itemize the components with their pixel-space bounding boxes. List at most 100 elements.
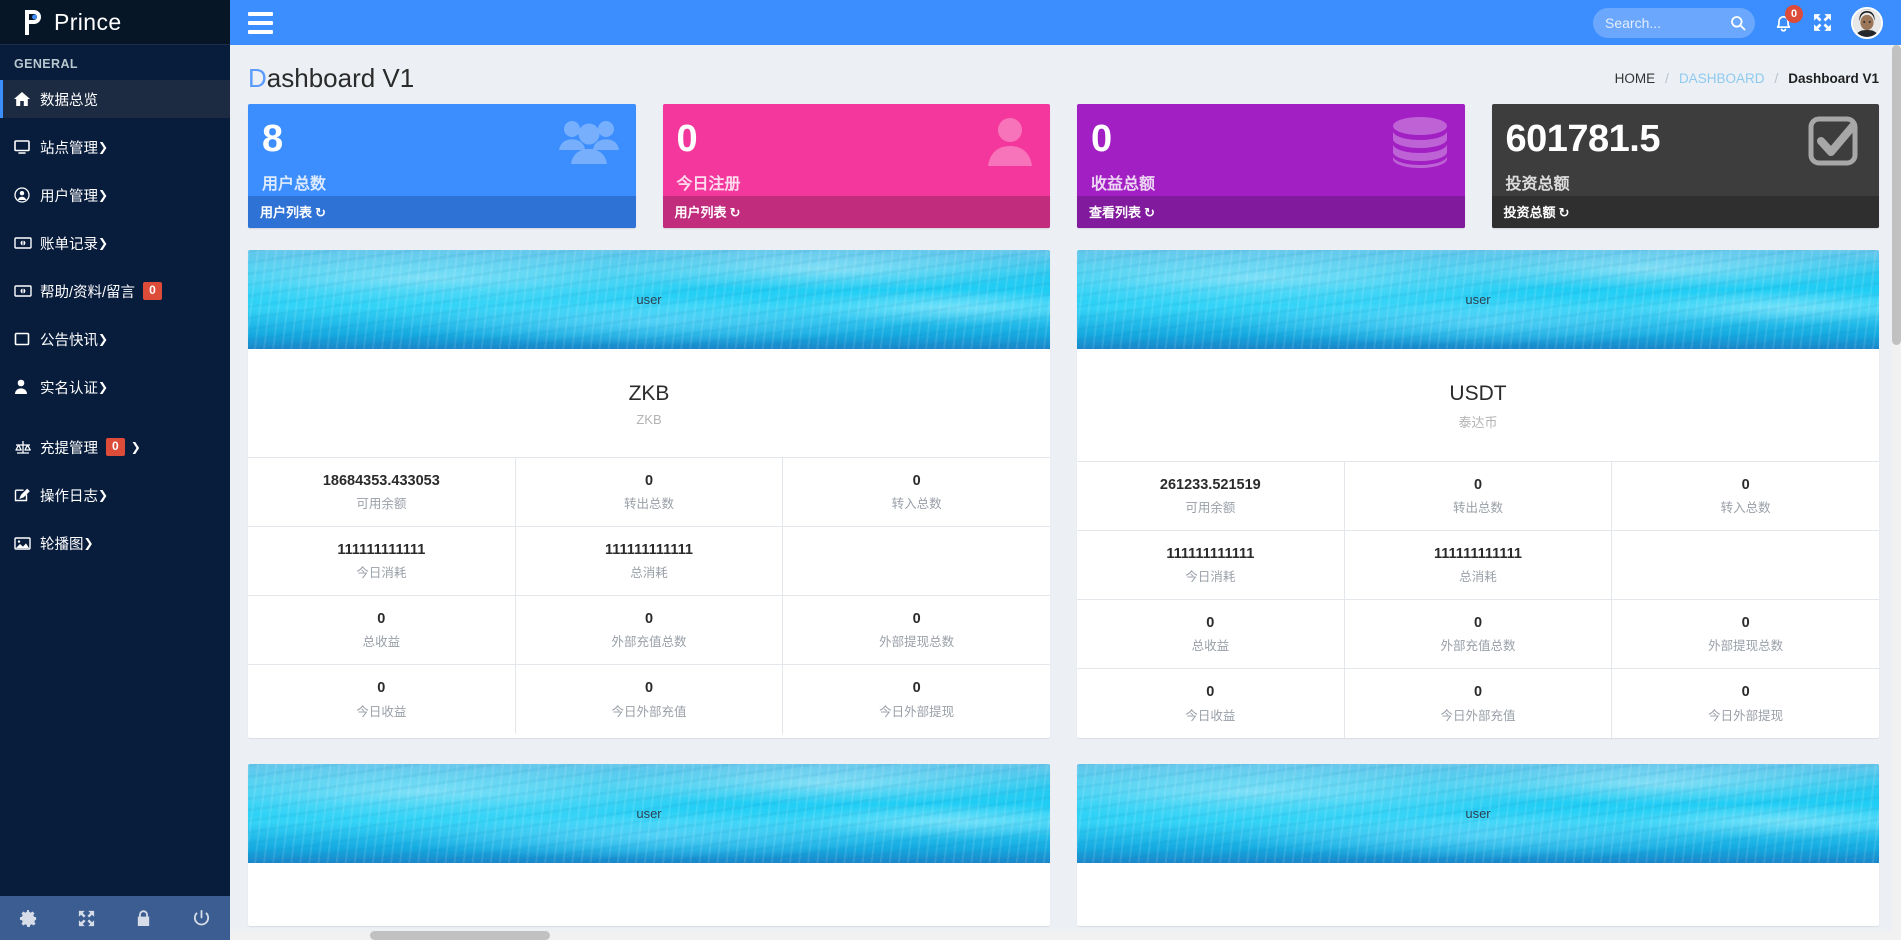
users-group-icon (558, 116, 620, 168)
sidebar-nav: 数据总览 站点管理 ❯ 用户管理 ❯ 账单记录 ❯ 帮助/资料/留言 0 公告快… (0, 80, 230, 572)
person-icon (14, 379, 40, 395)
coin-stat-cell: 0 总收益 (1077, 600, 1345, 669)
coin-stat-cell: 0 今日外部提现 (1612, 669, 1879, 737)
vertical-scrollbar[interactable] (1892, 45, 1901, 940)
sidebar-item-announcements[interactable]: 公告快讯 ❯ (0, 320, 230, 358)
prince-p-logo-icon (22, 7, 47, 37)
coin-stat-label: 今日消耗 (356, 566, 407, 581)
coin-stat-cell: 0 转入总数 (1612, 462, 1879, 530)
sidebar-item-carousel[interactable]: 轮播图 ❯ (0, 524, 230, 562)
stat-card-footer-link[interactable]: 用户列表 ↻ (248, 196, 636, 228)
coin-stat-cell: 111111111111 总消耗 (1345, 531, 1613, 600)
scrollbar-thumb[interactable] (370, 931, 550, 940)
coin-stat-label: 今日收益 (1185, 708, 1236, 723)
coin-stat-value: 0 (1206, 615, 1215, 632)
coin-banner-label: user (636, 292, 662, 307)
stat-card-today-registrations[interactable]: 0 今日注册 用户列表 ↻ (662, 104, 1050, 228)
sidebar-item-real-name-auth[interactable]: 实名认证 ❯ (0, 368, 230, 406)
chevron-right-icon: ❯ (98, 380, 109, 394)
hamburger-icon[interactable] (244, 7, 277, 39)
stat-footer-label: 用户列表 (260, 205, 313, 220)
coin-stat-cell: 0 今日外部充值 (516, 665, 784, 734)
coin-stat-cell: 0 外部充值总数 (1345, 600, 1613, 669)
coin-stat-label: 外部提现总数 (1708, 639, 1784, 654)
refresh-arrow-icon: ↻ (315, 205, 326, 220)
sidebar-item-user-management[interactable]: 用户管理 ❯ (0, 176, 230, 214)
coin-stat-cell: 0 转出总数 (516, 458, 784, 527)
stat-card-footer-link[interactable]: 用户列表 ↻ (662, 196, 1050, 228)
page-header: Dashboard V1 HOME / DASHBOARD / Dashboar… (230, 45, 1901, 104)
breadcrumb: HOME / DASHBOARD / Dashboard V1 (1615, 71, 1879, 86)
coin-stat-cell: 111111111111 今日消耗 (248, 527, 516, 596)
coin-card-next-right: user (1077, 763, 1879, 926)
sidebar-item-label: 数据总览 (40, 92, 98, 109)
notifications-button[interactable]: 0 (1773, 5, 1803, 33)
brand-header[interactable]: Prince (0, 0, 230, 45)
database-icon (1391, 116, 1449, 168)
page-title-capital: D (248, 63, 267, 93)
coin-cards-row: user ZKB ZKB 18684353.433053 可用余额 0 转出总数 0… (230, 228, 1901, 738)
chevron-right-icon: ❯ (98, 188, 109, 202)
sidebar-item-site-management[interactable]: 站点管理 ❯ (0, 128, 230, 166)
stat-card-footer-link[interactable]: 查看列表 ↻ (1077, 196, 1465, 228)
sidebar-item-dashboard[interactable]: 数据总览 (0, 80, 230, 118)
lock-icon[interactable] (115, 909, 173, 928)
sidebar-item-operation-log[interactable]: 操作日志 ❯ (0, 476, 230, 514)
search-box[interactable] (1593, 7, 1755, 38)
coin-stat-label: 今日外部充值 (611, 704, 687, 719)
breadcrumb-item-current: Dashboard V1 (1788, 71, 1879, 86)
coin-banner-label: user (1465, 805, 1491, 821)
sidebar-item-label: 站点管理 (40, 140, 98, 157)
stat-cards-row: 8 用户总数 用户列表 ↻ 0 今日注册 用户列表 ↻ 0 收益总额 查看列表 … (230, 104, 1901, 228)
coin-stats-row: 261233.521519 可用余额 0 转出总数 0 转入总数 (1077, 462, 1879, 532)
expand-arrows-icon[interactable] (58, 909, 116, 928)
horizontal-scrollbar[interactable] (0, 931, 1901, 940)
scrollbar-thumb[interactable] (1892, 45, 1901, 345)
sidebar-item-bill-records[interactable]: 账单记录 ❯ (0, 224, 230, 262)
power-off-icon[interactable] (173, 909, 231, 928)
fullscreen-icon[interactable] (1812, 12, 1833, 33)
search-icon[interactable] (1730, 15, 1746, 31)
coin-stats-row: 111111111111 今日消耗 111111111111 总消耗 (248, 527, 1050, 597)
avatar[interactable] (1851, 6, 1883, 39)
status-badge: 0 (143, 282, 162, 300)
stat-card-total-investment[interactable]: 601781.5 投资总额 投资总额 ↻ (1491, 104, 1880, 228)
sidebar-footer (0, 896, 230, 940)
page-title: Dashboard V1 (248, 63, 414, 94)
image-icon (14, 536, 40, 551)
stat-card-body: 0 收益总额 (1077, 104, 1465, 196)
coin-stat-value: 261233.521519 (1159, 477, 1261, 493)
coin-stat-label: 转出总数 (1453, 501, 1504, 516)
refresh-arrow-icon: ↻ (1144, 205, 1155, 220)
notification-count-badge: 0 (1785, 5, 1803, 23)
coin-card-next-left: user (248, 763, 1050, 926)
coin-stat-value: 0 (644, 473, 654, 489)
search-input[interactable] (1605, 14, 1730, 31)
stat-card-total-users[interactable]: 8 用户总数 用户列表 ↻ (248, 104, 636, 228)
coin-stat-label: 总消耗 (1459, 570, 1497, 585)
breadcrumb-item-dashboard[interactable]: DASHBOARD (1679, 71, 1765, 86)
coin-stat-cell: 0 今日收益 (1077, 669, 1345, 738)
coin-stat-cell: 261233.521519 可用余额 (1077, 462, 1345, 531)
money-bill-icon (14, 284, 40, 298)
coin-stat-cell: 111111111111 今日消耗 (1077, 531, 1345, 600)
chevron-right-icon: ❯ (130, 440, 141, 454)
chevron-right-icon: ❯ (83, 536, 94, 550)
refresh-arrow-icon: ↻ (729, 205, 741, 220)
coin-banner: user (248, 250, 1050, 349)
breadcrumb-item-home[interactable]: HOME (1615, 71, 1656, 86)
gear-icon[interactable] (0, 909, 58, 928)
stat-card-body: 601781.5 投资总额 (1492, 104, 1880, 196)
coin-stats-row: 0 总收益 0 外部充值总数 0 外部提现总数 (1077, 600, 1879, 670)
coin-stat-label: 今日外部提现 (1708, 708, 1784, 723)
stat-card-total-earnings[interactable]: 0 收益总额 查看列表 ↻ (1077, 104, 1465, 228)
sidebar-item-help-docs-messages[interactable]: 帮助/资料/留言 0 (0, 272, 230, 310)
coin-stat-label: 转出总数 (624, 497, 675, 512)
coin-stat-label: 外部提现总数 (879, 635, 955, 650)
home-icon (14, 91, 40, 107)
sidebar-item-label: 操作日志 (40, 488, 98, 505)
sidebar-item-deposit-withdraw[interactable]: 充提管理 0 ❯ (0, 428, 230, 466)
coin-stat-value: 0 (1741, 615, 1750, 632)
stat-footer-label: 用户列表 (674, 205, 727, 220)
stat-card-footer-link[interactable]: 投资总额 ↻ (1491, 196, 1879, 228)
